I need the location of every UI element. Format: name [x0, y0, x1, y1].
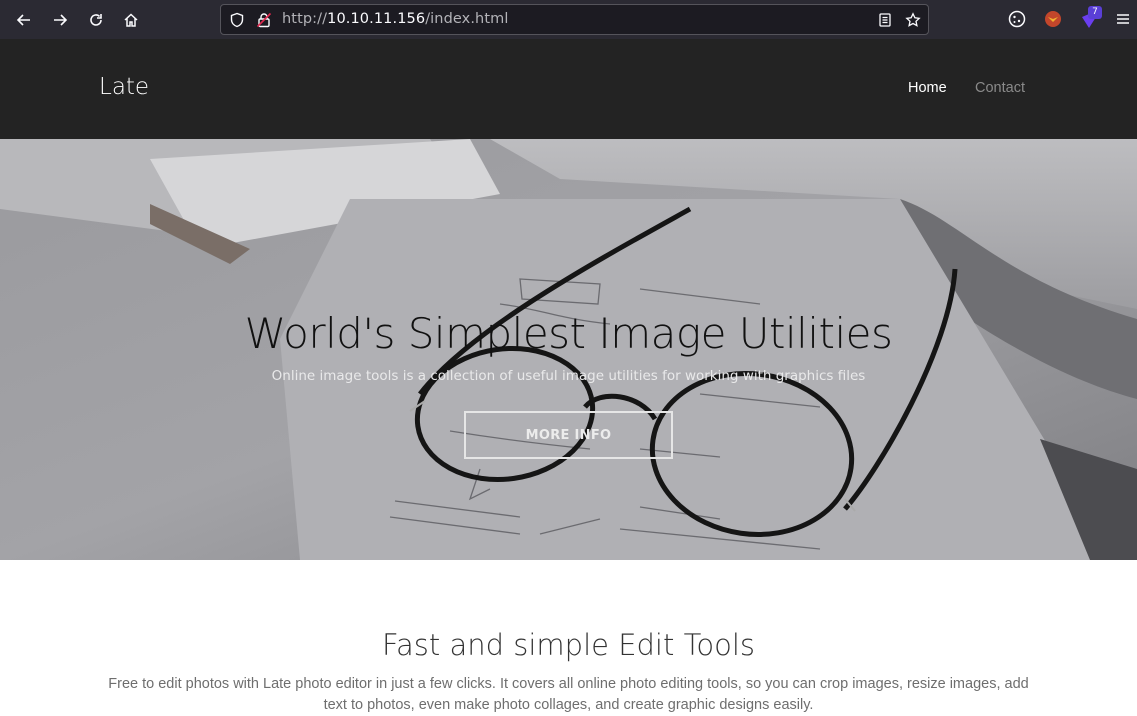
- nav-contact-link[interactable]: Contact: [975, 80, 1025, 96]
- nav-home-link[interactable]: Home: [908, 80, 947, 96]
- hamburger-menu-icon[interactable]: [1115, 11, 1131, 27]
- reload-icon: [90, 14, 102, 26]
- section-title: Fast and simple Edit Tools: [381, 628, 756, 662]
- more-info-button[interactable]: MORE INFO: [464, 411, 673, 459]
- hero-subtitle: Online image tools is a collection of us…: [271, 368, 866, 384]
- home-icon: [124, 13, 138, 27]
- reader-view-icon[interactable]: [877, 12, 893, 28]
- url-path: /index.html: [425, 11, 509, 27]
- browser-toolbar: http://10.10.11.156/index.html 7: [0, 0, 1137, 39]
- url-text[interactable]: http://10.10.11.156/index.html: [282, 11, 508, 27]
- section-text: Free to edit photos with Late photo edit…: [108, 676, 1029, 713]
- address-bar[interactable]: http://10.10.11.156/index.html: [220, 4, 929, 35]
- back-button[interactable]: [12, 8, 36, 32]
- site-brand[interactable]: Late: [99, 74, 149, 100]
- site-header: Late Home Contact: [0, 39, 1137, 139]
- extension-badge-button[interactable]: 7: [1080, 6, 1106, 32]
- bookmark-star-icon[interactable]: [905, 12, 921, 28]
- url-host: 10.10.11.156: [327, 11, 426, 27]
- url-scheme: http://: [282, 11, 328, 27]
- shield-icon[interactable]: [229, 12, 245, 28]
- cookie-extension-icon[interactable]: [1007, 9, 1027, 29]
- reload-button[interactable]: [84, 8, 108, 32]
- hero-section: World's Simplest Image Utilities Online …: [0, 139, 1137, 560]
- extension-badge: 7: [1088, 6, 1102, 19]
- forward-button[interactable]: [48, 8, 72, 32]
- insecure-lock-icon[interactable]: [256, 12, 272, 28]
- hero-title: World's Simplest Image Utilities: [244, 309, 893, 358]
- foxy-extension-icon[interactable]: [1043, 9, 1063, 29]
- arrow-right-icon: [54, 14, 68, 26]
- home-button[interactable]: [119, 8, 143, 32]
- arrow-left-icon: [16, 14, 30, 26]
